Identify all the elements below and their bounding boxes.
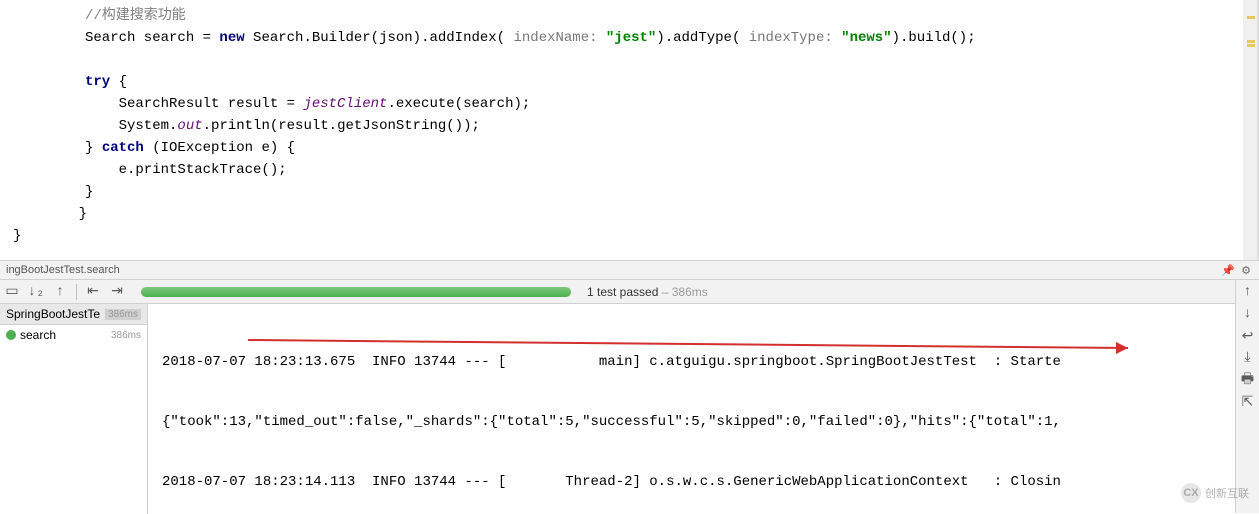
editor-gutter bbox=[1243, 0, 1257, 260]
breadcrumb-bar: ingBootJestTest.search 📌 ⚙ bbox=[0, 260, 1259, 280]
code-line: e.printStackTrace(); bbox=[85, 159, 1257, 181]
code-line: } bbox=[13, 225, 1257, 247]
wrap-icon[interactable]: ↩ bbox=[1240, 328, 1256, 344]
expand-icon[interactable]: ⇥ bbox=[109, 284, 125, 300]
code-editor[interactable]: //构建搜索功能 Search search = new Search.Buil… bbox=[0, 0, 1259, 260]
code-line: } catch (IOException e) { bbox=[85, 137, 1257, 159]
sort-down-icon[interactable]: ↓₂ bbox=[28, 284, 44, 300]
down-arrow-icon[interactable]: ↓ bbox=[1240, 306, 1256, 322]
console-line: 2018-07-07 18:23:13.675 INFO 13744 --- [… bbox=[162, 352, 1253, 372]
console-line: {"took":13,"timed_out":false,"_shards":{… bbox=[162, 412, 1253, 432]
watermark-text: 创新互联 bbox=[1205, 485, 1249, 501]
tree-header-label: SpringBootJestTe bbox=[6, 307, 100, 321]
collapse-icon[interactable]: ⇤ bbox=[85, 284, 101, 300]
console-sidebar: ↑ ↓ ↩ ⤓ 🖶 ⇱ bbox=[1235, 280, 1259, 513]
test-tree[interactable]: SpringBootJestTe 386ms search 386ms bbox=[0, 304, 148, 514]
scroll-end-icon[interactable]: ⤓ bbox=[1240, 350, 1256, 366]
code-line: SearchResult result = jestClient.execute… bbox=[85, 93, 1257, 115]
tree-item-label: search bbox=[20, 328, 56, 342]
toggle-pane-icon[interactable]: ▭ bbox=[4, 284, 20, 300]
test-tree-header[interactable]: SpringBootJestTe 386ms bbox=[0, 304, 147, 325]
code-line: Search search = new Search.Builder(json)… bbox=[85, 27, 1257, 49]
test-toolbar: ▭ ↓₂ ↑ ⇤ ⇥ 1 test passed – 386ms bbox=[0, 280, 1259, 304]
export-icon[interactable]: ⇱ bbox=[1240, 394, 1256, 410]
code-line: try { bbox=[85, 71, 1257, 93]
print-icon[interactable]: 🖶 bbox=[1240, 372, 1256, 388]
up-arrow-icon[interactable]: ↑ bbox=[1240, 284, 1256, 300]
tree-header-time: 386ms bbox=[105, 309, 141, 320]
code-line: System.out.println(result.getJsonString(… bbox=[85, 115, 1257, 137]
code-line: } bbox=[85, 181, 1257, 203]
test-results-pane: SpringBootJestTe 386ms search 386ms 2018… bbox=[0, 304, 1259, 514]
code-line: } bbox=[45, 203, 1257, 225]
pass-icon bbox=[6, 330, 16, 340]
sort-up-icon[interactable]: ↑ bbox=[52, 284, 68, 300]
breadcrumb-text[interactable]: ingBootJestTest.search bbox=[6, 264, 120, 276]
test-progress-bar bbox=[141, 287, 571, 297]
watermark-logo-icon: CX bbox=[1181, 483, 1201, 503]
test-tree-item[interactable]: search 386ms bbox=[0, 325, 147, 345]
watermark: CX 创新互联 bbox=[1181, 483, 1249, 503]
console-output[interactable]: 2018-07-07 18:23:13.675 INFO 13744 --- [… bbox=[148, 304, 1259, 514]
console-line: 2018-07-07 18:23:14.113 INFO 13744 --- [… bbox=[162, 472, 1253, 492]
gear-icon[interactable]: ⚙ bbox=[1239, 263, 1253, 277]
tree-item-time: 386ms bbox=[111, 330, 141, 341]
pin-icon[interactable]: 📌 bbox=[1221, 263, 1235, 277]
test-status: 1 test passed – 386ms bbox=[587, 285, 708, 299]
code-line-blank bbox=[85, 49, 1257, 71]
code-comment: //构建搜索功能 bbox=[85, 8, 186, 24]
